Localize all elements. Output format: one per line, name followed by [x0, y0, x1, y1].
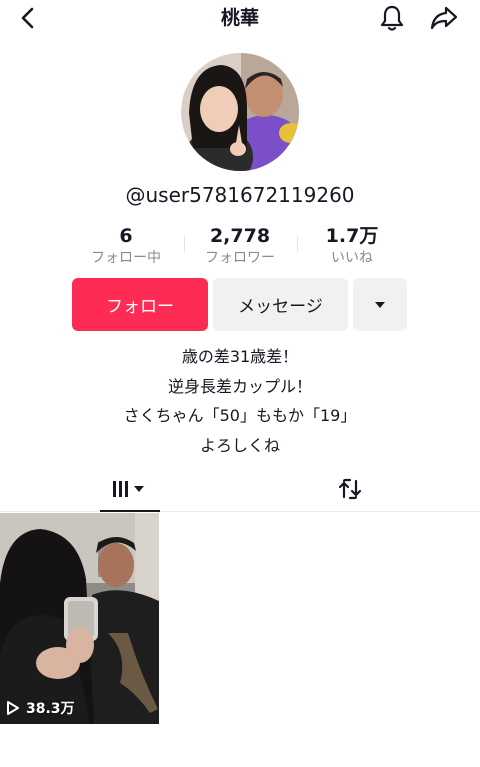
bio-line: 逆身長差カップル！	[167, 376, 312, 396]
page-title: 桃華	[220, 7, 259, 29]
username: @user5781672119260	[125, 183, 355, 207]
bio-line: よろしくね	[199, 435, 280, 455]
notification-button[interactable]	[376, 2, 408, 34]
more-button[interactable]	[353, 278, 407, 331]
followers-count: 2,778	[209, 225, 271, 247]
followers-label: フォロワー	[205, 250, 275, 266]
following-count: 6	[119, 225, 133, 247]
share-button[interactable]	[428, 2, 460, 34]
play-icon	[6, 700, 20, 716]
message-button[interactable]: メッセージ	[213, 278, 348, 331]
likes-label: いいね	[331, 250, 373, 266]
following-label: フォロー中	[91, 250, 161, 266]
bio: 歳の差31歳差！ 逆身長差カップル！ さくちゃん「50」ももか「19」 よろしく…	[0, 342, 480, 460]
content-tabs	[0, 466, 480, 512]
share-arrow-icon	[430, 6, 458, 30]
video-grid-icon	[113, 481, 144, 497]
top-bar: 桃華	[0, 0, 480, 36]
view-count: 38.3万	[6, 698, 75, 718]
bell-icon	[380, 5, 404, 31]
bio-line: さくちゃん「50」ももか「19」	[123, 406, 357, 425]
stat-likes[interactable]: 1.7万 いいね	[297, 224, 407, 268]
tab-reposts[interactable]	[320, 466, 380, 512]
avatar-photo	[181, 53, 299, 171]
repost-icon	[338, 478, 362, 500]
follow-button[interactable]: フォロー	[72, 278, 208, 331]
stat-following[interactable]: 6 フォロー中	[71, 224, 181, 268]
stat-followers[interactable]: 2,778 フォロワー	[185, 224, 295, 268]
caret-down-icon	[375, 301, 385, 308]
bio-line: 歳の差31歳差！	[181, 347, 299, 366]
tab-videos[interactable]	[100, 466, 160, 512]
video-thumbnail[interactable]: 38.3万	[0, 513, 159, 724]
active-tab-indicator	[100, 510, 160, 512]
view-count-text: 38.3万	[26, 701, 75, 717]
action-buttons: フォロー メッセージ	[0, 278, 480, 331]
likes-count: 1.7万	[325, 225, 379, 247]
avatar[interactable]	[181, 53, 299, 171]
video-thumbnail-image	[0, 513, 159, 724]
profile-stats: 6 フォロー中 2,778 フォロワー 1.7万 いいね	[0, 224, 480, 270]
